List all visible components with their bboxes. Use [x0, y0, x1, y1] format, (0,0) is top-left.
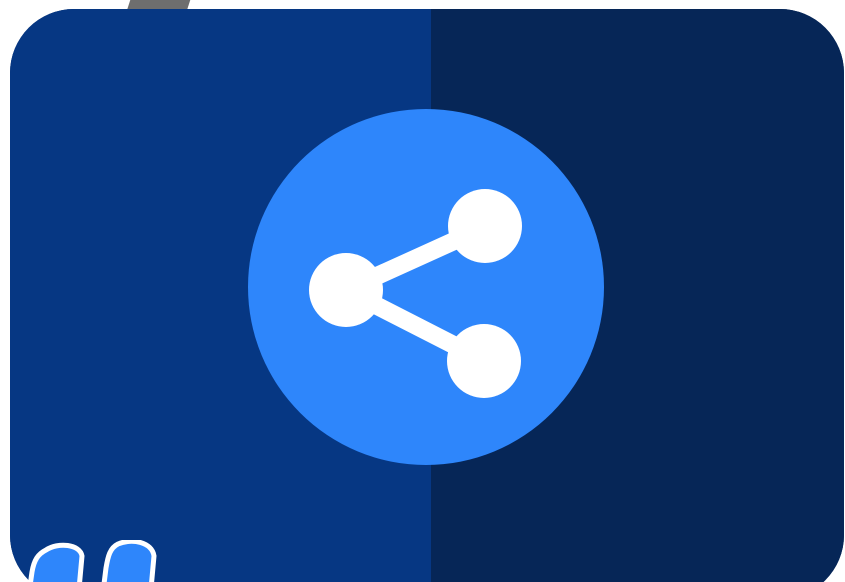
corner-mark-stroke-right — [101, 540, 157, 582]
share-node-top — [448, 189, 522, 263]
share-icon — [309, 189, 522, 398]
share-node-left — [309, 253, 383, 327]
app-icon-canvas — [0, 0, 845, 582]
corner-mark-stroke-left — [28, 542, 85, 582]
partial-quote-mark-icon — [28, 540, 157, 582]
share-node-bottom — [447, 324, 521, 398]
